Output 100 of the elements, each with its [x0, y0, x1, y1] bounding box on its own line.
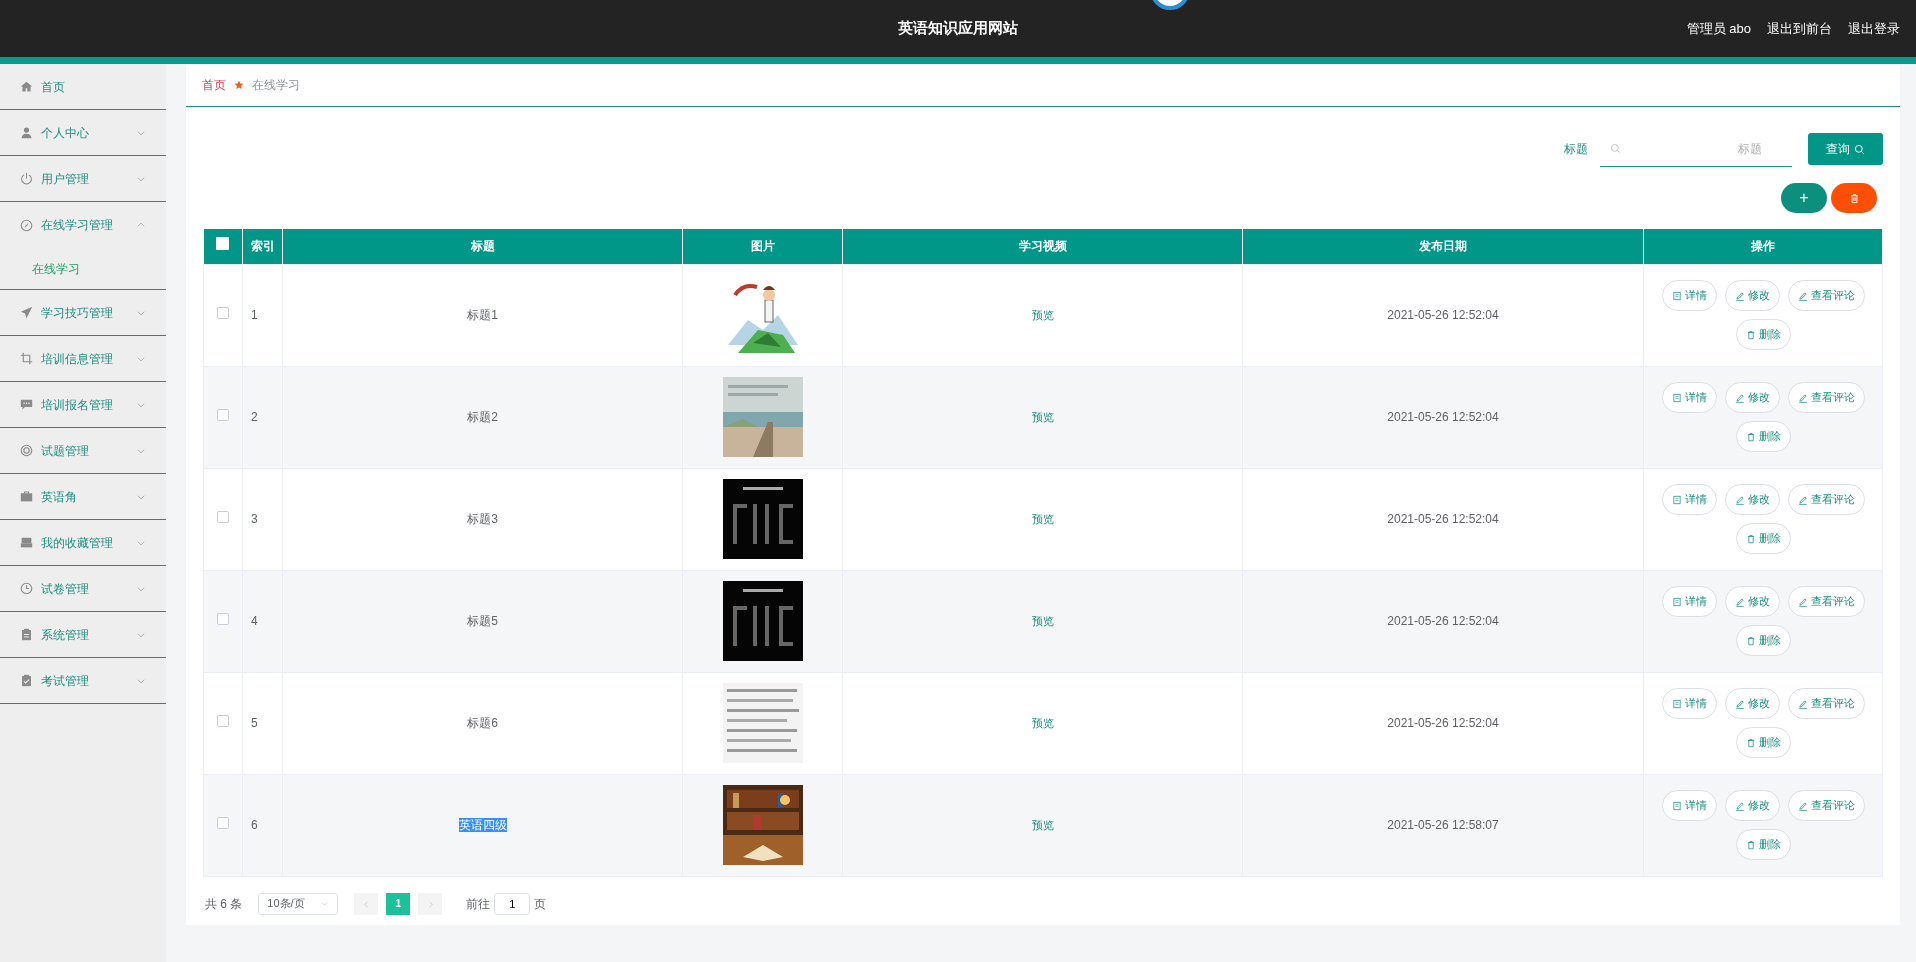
edit-button[interactable]: 查看评论	[1787, 586, 1865, 617]
details-button[interactable]: 详情	[1661, 280, 1717, 311]
row-checkbox[interactable]	[217, 817, 229, 829]
page-button[interactable]: 1	[386, 892, 411, 915]
delete-button[interactable]: 删除	[1735, 829, 1791, 860]
delete-button[interactable]: 删除	[1735, 421, 1791, 452]
briefcase-icon	[20, 490, 33, 503]
preview-link[interactable]: 预览	[1031, 513, 1054, 525]
preview-link[interactable]: 预览	[1031, 615, 1054, 627]
document-icon	[1671, 494, 1682, 505]
details-button[interactable]: 详情	[1661, 790, 1717, 821]
sidebar-item[interactable]: 培训报名管理	[0, 382, 166, 428]
site-title: 英语知识应用网站	[898, 19, 1018, 37]
details-button[interactable]: 详情	[1661, 586, 1717, 617]
pencil-icon	[1797, 800, 1808, 811]
sidebar-item[interactable]: 我的收藏管理	[0, 520, 166, 566]
details-button[interactable]: 详情	[1661, 484, 1717, 515]
add-button[interactable]: +	[1781, 183, 1827, 213]
preview-link[interactable]: 预览	[1031, 717, 1054, 729]
table-cell: 标题5	[467, 614, 498, 628]
table-cell: 标题2	[467, 410, 498, 424]
sidebar-item[interactable]: 培训信息管理	[0, 336, 166, 382]
sidebar-item[interactable]: 在线学习管理	[0, 202, 166, 248]
preview-link[interactable]: 预览	[1031, 309, 1054, 321]
paper-plane-icon	[20, 306, 33, 319]
pencil-icon	[1797, 392, 1808, 403]
row-checkbox[interactable]	[217, 613, 229, 625]
table-cell: 2021-05-26 12:52:04	[1387, 716, 1499, 730]
select-all-checkbox[interactable]	[216, 237, 230, 251]
edit-button[interactable]: 修改	[1724, 790, 1780, 821]
page-suffix: 页	[534, 895, 547, 913]
crop-icon	[20, 352, 33, 365]
details-button[interactable]: 详情	[1661, 382, 1717, 413]
table-cell: 5	[251, 716, 258, 730]
pencil-icon	[1734, 290, 1745, 301]
header-link[interactable]: 退出登录	[1848, 18, 1900, 39]
search-icon	[1610, 143, 1621, 154]
edit-button[interactable]: 修改	[1724, 484, 1780, 515]
sidebar-item[interactable]: 用户管理	[0, 156, 166, 202]
pencil-icon	[1797, 698, 1808, 709]
edit-button[interactable]: 查看评论	[1787, 688, 1865, 719]
column-header: 图片	[750, 239, 775, 254]
delete-button[interactable]: 删除	[1735, 523, 1791, 554]
trash-icon	[1745, 329, 1756, 340]
edit-button[interactable]: 查看评论	[1787, 382, 1865, 413]
sidebar-item[interactable]: 首页	[0, 64, 166, 110]
breadcrumb-item[interactable]: 首页	[202, 76, 226, 94]
sidebar-item[interactable]: 学习技巧管理	[0, 290, 166, 336]
sidebar-item[interactable]: 个人中心	[0, 110, 166, 156]
row-checkbox[interactable]	[217, 409, 229, 421]
next-page-button[interactable]	[418, 892, 443, 915]
clipboard-icon	[20, 628, 33, 641]
edit-button[interactable]: 查看评论	[1787, 484, 1865, 515]
header-link[interactable]: 退出到前台	[1767, 18, 1832, 39]
search-icon	[1854, 143, 1865, 155]
sidebar-item[interactable]: 系统管理	[0, 612, 166, 658]
sidebar-item[interactable]: 英语角	[0, 474, 166, 520]
search-button[interactable]: 查询	[1808, 133, 1883, 165]
edit-button[interactable]: 修改	[1724, 688, 1780, 719]
home-icon	[20, 80, 33, 93]
document-icon	[1671, 800, 1682, 811]
row-checkbox[interactable]	[217, 715, 229, 727]
table-cell: 6	[251, 818, 258, 832]
row-checkbox[interactable]	[217, 307, 229, 319]
preview-link[interactable]: 预览	[1031, 411, 1054, 423]
chevron-left-icon	[361, 899, 371, 909]
trash-icon	[1745, 533, 1756, 544]
table-cell: 2	[251, 410, 258, 424]
edit-button[interactable]: 查看评论	[1787, 790, 1865, 821]
delete-button[interactable]	[1831, 183, 1877, 213]
sidebar-subitem[interactable]: 在线学习	[0, 248, 166, 290]
sidebar-item[interactable]: 试卷管理	[0, 566, 166, 612]
pencil-icon	[1734, 392, 1745, 403]
edit-button[interactable]: 修改	[1724, 586, 1780, 617]
document-icon	[1671, 596, 1682, 607]
delete-button[interactable]: 删除	[1735, 625, 1791, 656]
edit-button[interactable]: 修改	[1724, 382, 1780, 413]
goto-label: 前往	[466, 895, 491, 913]
sidebar-item[interactable]: 试题管理	[0, 428, 166, 474]
previous-page-button[interactable]	[354, 892, 379, 915]
clock-icon	[20, 582, 33, 595]
document-icon	[1671, 698, 1682, 709]
sidebar-item[interactable]: 考试管理	[0, 658, 166, 704]
page-input[interactable]: 1	[494, 892, 531, 915]
column-header: 发布日期	[1419, 239, 1467, 254]
trash-icon	[1745, 839, 1756, 850]
header-link[interactable]: 管理员 abo	[1686, 18, 1751, 39]
edit-button[interactable]: 修改	[1724, 280, 1780, 311]
pencil-icon	[1797, 290, 1808, 301]
delete-button[interactable]: 删除	[1735, 727, 1791, 758]
edit-button[interactable]: 查看评论	[1787, 280, 1865, 311]
table-cell: 英语四级	[458, 818, 507, 832]
breadcrumb-item: 在线学习	[252, 77, 300, 94]
details-button[interactable]: 详情	[1661, 688, 1717, 719]
row-checkbox[interactable]	[217, 511, 229, 523]
lifebuoy-icon	[20, 444, 33, 457]
trash-icon	[1745, 737, 1756, 748]
page-size-select[interactable]: 10条/页	[258, 892, 339, 915]
delete-button[interactable]: 删除	[1735, 319, 1791, 350]
preview-link[interactable]: 预览	[1031, 819, 1054, 831]
